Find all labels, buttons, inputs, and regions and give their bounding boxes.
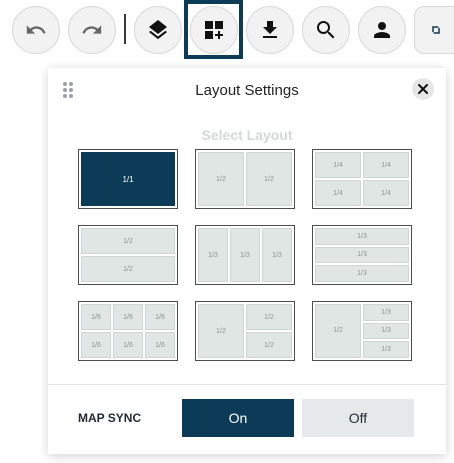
layout-cell: 1/2: [246, 152, 292, 206]
account-button[interactable]: [358, 6, 406, 54]
layout-cell: 1/3: [315, 246, 409, 264]
layout-cell: 1/2: [198, 304, 244, 358]
expand-button[interactable]: [414, 6, 454, 54]
layout-option-sixths[interactable]: 1/6 1/6 1/6 1/6 1/6 1/6: [78, 301, 178, 361]
layout-cell: 1/1: [81, 152, 175, 206]
layout-cell: 1/3: [363, 322, 409, 340]
layout-option-quarters[interactable]: 1/4 1/4 1/4 1/4: [312, 149, 412, 209]
layout-option-single[interactable]: 1/1: [78, 149, 178, 209]
layout-option-thirds-vertical[interactable]: 1/3 1/3 1/3: [195, 225, 295, 285]
layout-cell: 1/2: [246, 332, 292, 358]
select-layout-label: Select Layout: [201, 127, 293, 143]
layout-cell: 1/3: [230, 228, 260, 282]
map-sync-off-button[interactable]: Off: [302, 399, 414, 437]
layout-cell: 1/6: [145, 304, 175, 330]
layout-cell: 1/3: [363, 304, 409, 321]
layout-option-halves-horizontal[interactable]: 1/2 1/2: [78, 225, 178, 285]
redo-icon: [82, 25, 102, 34]
active-tool-highlight: [184, 0, 243, 59]
redo-button[interactable]: [68, 6, 116, 54]
download-button[interactable]: [246, 6, 294, 54]
layout-cell: 1/6: [81, 332, 111, 358]
layout-cell: 1/3: [315, 228, 409, 245]
layout-cell: 1/4: [363, 152, 409, 178]
layout-option-halves-vertical[interactable]: 1/2 1/2: [195, 149, 295, 209]
layout-cell: 1/2: [315, 304, 361, 358]
layout-cell: 1/3: [315, 265, 409, 282]
map-sync-label: MAP SYNC: [78, 411, 142, 425]
person-icon: [374, 22, 390, 38]
map-sync-on-button[interactable]: On: [182, 399, 294, 437]
layout-cell: 1/2: [81, 256, 175, 282]
layout-cell: 1/6: [81, 304, 111, 330]
layout-cell: 1/6: [113, 304, 143, 330]
layout-option-half-left-three-right[interactable]: 1/2 1/3 1/3 1/3: [312, 301, 412, 361]
panel-title: Layout Settings: [195, 82, 299, 99]
toolbar-divider: [124, 14, 126, 44]
layout-cell: 1/2: [246, 304, 292, 330]
search-icon: [317, 21, 335, 39]
search-button[interactable]: [302, 6, 350, 54]
map-sync-row: MAP SYNC On Off: [48, 384, 446, 454]
layout-cell: 1/3: [262, 228, 292, 282]
layers-button[interactable]: [134, 6, 182, 54]
layout-option-thirds-horizontal[interactable]: 1/3 1/3 1/3: [312, 225, 412, 285]
layers-icon: [149, 20, 167, 40]
layout-settings-panel: Layout Settings Select Layout 1/1 1/2 1/…: [48, 68, 446, 454]
layout-cell: 1/4: [315, 180, 361, 206]
layout-cell: 1/6: [145, 332, 175, 358]
layout-cell: 1/3: [198, 228, 228, 282]
undo-icon: [26, 25, 46, 34]
layout-cell: 1/4: [363, 180, 409, 206]
close-button[interactable]: [412, 78, 434, 100]
layout-cell: 1/4: [315, 152, 361, 178]
expand-corner-icon: [432, 26, 440, 34]
layout-cell: 1/2: [81, 228, 175, 254]
layout-option-half-left-two-right[interactable]: 1/2 1/2 1/2: [195, 301, 295, 361]
download-icon: [263, 21, 277, 38]
close-icon: [418, 84, 428, 94]
layout-cell: 1/3: [363, 341, 409, 358]
layout-cell: 1/6: [113, 332, 143, 358]
undo-button[interactable]: [12, 6, 60, 54]
layout-cell: 1/2: [198, 152, 244, 206]
